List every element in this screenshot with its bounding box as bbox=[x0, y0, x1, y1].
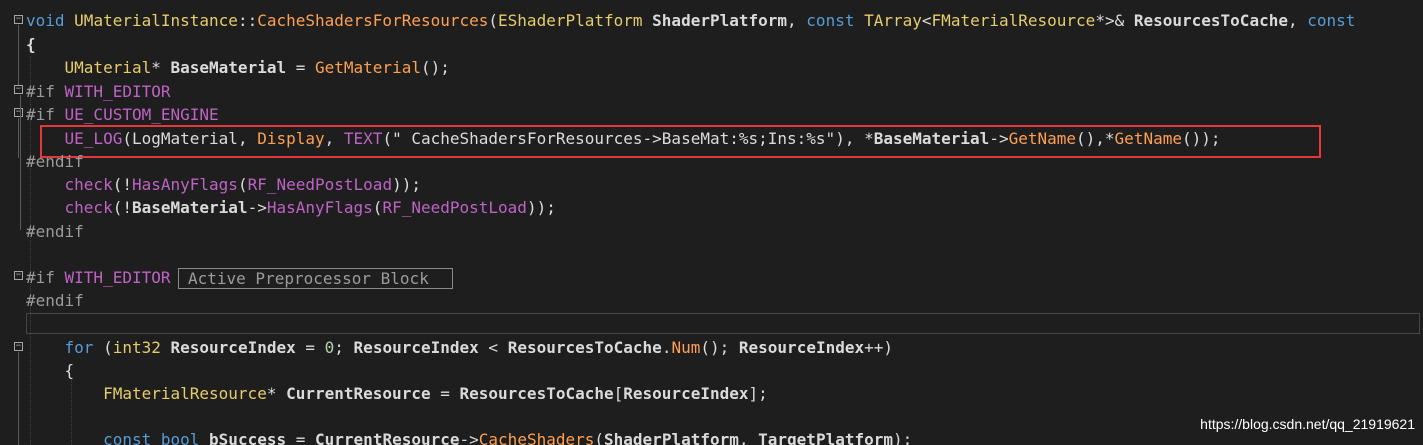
function-name: GetMaterial bbox=[315, 58, 421, 77]
variable: bSuccess bbox=[199, 430, 287, 445]
variable: ShaderPlatform bbox=[604, 430, 739, 445]
collapse-icon[interactable]: − bbox=[14, 271, 23, 280]
preprocessor-directive: #if bbox=[26, 105, 65, 124]
function-name: Num bbox=[671, 338, 701, 357]
collapsed-region-button[interactable]: Active Preprocessor Block bbox=[178, 268, 453, 289]
parameter: ResourcesToCache bbox=[1133, 11, 1288, 30]
collapse-icon[interactable]: − bbox=[14, 15, 23, 24]
type-name: FMaterialResource bbox=[103, 384, 267, 403]
keyword: const bbox=[806, 11, 855, 30]
variable: BaseMaterial bbox=[131, 198, 248, 217]
number-literal: 0 bbox=[324, 338, 335, 357]
fold-guide bbox=[20, 95, 21, 230]
type-name: UMaterial bbox=[64, 58, 152, 77]
keyword: for bbox=[64, 338, 94, 357]
highlight-annotation-box bbox=[40, 125, 1321, 158]
macro-name: UE_CUSTOM_ENGINE bbox=[64, 105, 219, 124]
fold-guide bbox=[18, 352, 19, 445]
variable: BaseMaterial bbox=[170, 58, 287, 77]
enum-value: RF_NeedPostLoad bbox=[247, 175, 393, 194]
code-line-16[interactable]: { bbox=[26, 359, 75, 382]
code-line-3[interactable]: UMaterial* BaseMaterial = GetMaterial(); bbox=[26, 56, 450, 79]
code-line-10[interactable]: #endif bbox=[26, 220, 84, 243]
parameter: ShaderPlatform bbox=[642, 11, 788, 30]
collapse-icon[interactable]: − bbox=[14, 342, 23, 351]
function-name: check bbox=[64, 175, 113, 194]
preprocessor-directive: #if bbox=[26, 268, 65, 287]
code-line-19[interactable]: const bool bSuccess = CurrentResource->C… bbox=[26, 428, 912, 445]
function-name: HasAnyFlags bbox=[266, 198, 373, 217]
enum-value: RF_NeedPostLoad bbox=[382, 198, 527, 217]
macro-name: WITH_EDITOR bbox=[64, 268, 171, 287]
fold-guide bbox=[18, 25, 19, 85]
keyword: const bbox=[103, 430, 152, 445]
type-name: TArray bbox=[854, 11, 922, 30]
variable: CurrentResource bbox=[315, 430, 460, 445]
variable: ResourceIndex bbox=[353, 338, 479, 357]
variable: ResourceIndex bbox=[623, 384, 749, 403]
code-line-12[interactable]: #if WITH_EDITOR bbox=[26, 266, 171, 289]
keyword: void bbox=[26, 11, 65, 30]
variable: ResourcesToCache bbox=[507, 338, 662, 357]
current-line-indicator[interactable] bbox=[26, 313, 1420, 334]
type-name: EShaderPlatform bbox=[498, 11, 643, 30]
variable: CurrentResource bbox=[286, 384, 431, 403]
variable: TargetPlatform bbox=[758, 430, 893, 445]
fold-guide bbox=[18, 118, 19, 158]
collapse-icon[interactable]: − bbox=[14, 85, 23, 94]
type-name: int32 bbox=[112, 338, 161, 357]
code-line-17[interactable]: FMaterialResource* CurrentResource = Res… bbox=[26, 382, 768, 405]
code-editor[interactable]: − − − − − void UMaterialInstance::CacheS… bbox=[0, 0, 1423, 445]
code-line-15[interactable]: for (int32 ResourceIndex = 0; ResourceIn… bbox=[26, 336, 894, 359]
editor-gutter bbox=[0, 0, 26, 445]
function-name: CacheShaders bbox=[478, 430, 595, 445]
preprocessor-directive: #if bbox=[26, 82, 65, 101]
code-line-7[interactable]: #endif bbox=[26, 150, 84, 173]
preprocessor-directive: #endif bbox=[26, 152, 84, 171]
code-line-1[interactable]: void UMaterialInstance::CacheShadersForR… bbox=[26, 9, 1355, 32]
code-line-2[interactable]: { bbox=[26, 33, 36, 56]
code-line-4[interactable]: #if WITH_EDITOR bbox=[26, 80, 171, 103]
keyword: bool bbox=[151, 430, 200, 445]
collapse-icon[interactable]: − bbox=[14, 108, 23, 117]
variable: ResourcesToCache bbox=[459, 384, 614, 403]
function-name: CacheShadersForResources bbox=[257, 11, 489, 30]
preprocessor-directive: #endif bbox=[26, 291, 84, 310]
type-name: FMaterialResource bbox=[931, 11, 1096, 30]
function-name: HasAnyFlags bbox=[131, 175, 238, 194]
function-name: check bbox=[64, 198, 113, 217]
code-line-13[interactable]: #endif bbox=[26, 289, 84, 312]
code-line-8[interactable]: check(!HasAnyFlags(RF_NeedPostLoad)); bbox=[26, 173, 421, 196]
watermark-url: https://blog.csdn.net/qq_21919621 bbox=[1200, 416, 1415, 432]
variable: ResourceIndex bbox=[738, 338, 865, 357]
class-name: UMaterialInstance bbox=[74, 11, 238, 30]
preprocessor-directive: #endif bbox=[26, 222, 84, 241]
macro-name: WITH_EDITOR bbox=[64, 82, 171, 101]
code-line-5[interactable]: #if UE_CUSTOM_ENGINE bbox=[26, 103, 219, 126]
variable: ResourceIndex bbox=[160, 338, 296, 357]
code-line-9[interactable]: check(!BaseMaterial->HasAnyFlags(RF_Need… bbox=[26, 196, 556, 219]
keyword: const bbox=[1307, 11, 1356, 30]
